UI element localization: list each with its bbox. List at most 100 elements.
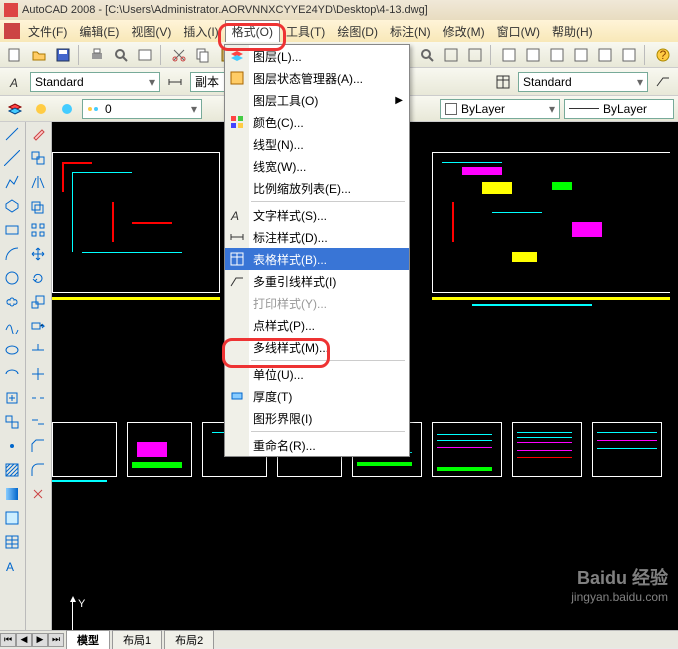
menu-dimension[interactable]: 标注(N) xyxy=(384,21,437,42)
spline-tool[interactable] xyxy=(0,314,24,338)
circle-tool[interactable] xyxy=(0,266,24,290)
tab-model[interactable]: 模型 xyxy=(66,630,110,649)
pline-tool[interactable] xyxy=(0,170,24,194)
extend-tool[interactable] xyxy=(26,362,50,386)
menu-edit[interactable]: 编辑(E) xyxy=(73,21,125,42)
copy-tool[interactable] xyxy=(26,146,50,170)
erase-tool[interactable] xyxy=(26,122,50,146)
tab-prev-button[interactable]: ◀ xyxy=(16,633,32,647)
trim-tool[interactable] xyxy=(26,338,50,362)
table-style-combo[interactable]: Standard ▾ xyxy=(518,72,648,92)
print-button[interactable] xyxy=(86,44,108,66)
help-button[interactable]: ? xyxy=(652,44,674,66)
menu-modify[interactable]: 修改(M) xyxy=(437,21,491,42)
save-button[interactable] xyxy=(52,44,74,66)
open-button[interactable] xyxy=(28,44,50,66)
preview-button[interactable] xyxy=(110,44,132,66)
explode-tool[interactable] xyxy=(26,482,50,506)
offset-tool[interactable] xyxy=(26,194,50,218)
tab-layout1[interactable]: 布局1 xyxy=(112,630,162,649)
sheetset-button[interactable] xyxy=(570,44,592,66)
mirror-tool[interactable] xyxy=(26,170,50,194)
xline-tool[interactable] xyxy=(0,146,24,170)
rectangle-tool[interactable] xyxy=(0,218,24,242)
menu-item-multileader-style[interactable]: 多重引线样式(I) xyxy=(225,270,409,292)
zoom-button[interactable] xyxy=(416,44,438,66)
menu-item-color[interactable]: 颜色(C)... xyxy=(225,111,409,133)
copy-button[interactable] xyxy=(192,44,214,66)
tab-layout2[interactable]: 布局2 xyxy=(164,630,214,649)
mtext-tool[interactable]: A xyxy=(0,554,24,578)
menu-insert[interactable]: 插入(I) xyxy=(177,21,224,42)
text-style-button[interactable]: A xyxy=(4,71,26,93)
calc-button[interactable] xyxy=(618,44,640,66)
cut-button[interactable] xyxy=(168,44,190,66)
text-style-combo[interactable]: Standard ▾ xyxy=(30,72,160,92)
linetype-combo[interactable]: ByLayer xyxy=(564,99,674,119)
publish-button[interactable] xyxy=(134,44,156,66)
table-tool[interactable] xyxy=(0,530,24,554)
point-tool[interactable] xyxy=(0,434,24,458)
menu-view[interactable]: 视图(V) xyxy=(125,21,177,42)
menu-item-mline-style[interactable]: 多线样式(M)... xyxy=(225,336,409,358)
polygon-tool[interactable] xyxy=(0,194,24,218)
menu-item-units[interactable]: 单位(U)... xyxy=(225,363,409,385)
markup-button[interactable] xyxy=(594,44,616,66)
move-tool[interactable] xyxy=(26,242,50,266)
menu-window[interactable]: 窗口(W) xyxy=(491,21,546,42)
fillet-tool[interactable] xyxy=(26,458,50,482)
menu-item-layer-tools[interactable]: 图层工具(O) ▶ xyxy=(225,89,409,111)
menu-draw[interactable]: 绘图(D) xyxy=(331,21,384,42)
menu-item-layer-state[interactable]: 图层状态管理器(A)... xyxy=(225,67,409,89)
ellipse-arc-tool[interactable] xyxy=(0,362,24,386)
revcloud-tool[interactable] xyxy=(0,290,24,314)
menu-item-table-style[interactable]: 表格样式(B)... xyxy=(225,248,409,270)
menu-format[interactable]: 格式(O) xyxy=(225,20,280,42)
menu-item-thickness[interactable]: 厚度(T) xyxy=(225,385,409,407)
menu-help[interactable]: 帮助(H) xyxy=(546,21,599,42)
menu-file[interactable]: 文件(F) xyxy=(22,21,73,42)
toolpalettes-button[interactable] xyxy=(546,44,568,66)
region-tool[interactable] xyxy=(0,506,24,530)
menu-item-limits[interactable]: 图形界限(I) xyxy=(225,407,409,429)
gradient-tool[interactable] xyxy=(0,482,24,506)
dim-style-button[interactable] xyxy=(164,71,186,93)
designcenter-button[interactable] xyxy=(522,44,544,66)
menu-item-point-style[interactable]: 点样式(P)... xyxy=(225,314,409,336)
ellipse-tool[interactable] xyxy=(0,338,24,362)
tab-next-button[interactable]: ▶ xyxy=(32,633,48,647)
hatch-tool[interactable] xyxy=(0,458,24,482)
menu-item-lineweight[interactable]: 线宽(W)... xyxy=(225,155,409,177)
menu-tools[interactable]: 工具(T) xyxy=(280,21,331,42)
menu-item-text-style[interactable]: A 文字样式(S)... xyxy=(225,204,409,226)
menu-item-scalelist[interactable]: 比例缩放列表(E)... xyxy=(225,177,409,199)
properties-button[interactable] xyxy=(498,44,520,66)
table-style-button[interactable] xyxy=(492,71,514,93)
join-tool[interactable] xyxy=(26,410,50,434)
menu-item-rename[interactable]: 重命名(R)... xyxy=(225,434,409,456)
insert-tool[interactable] xyxy=(0,386,24,410)
multileader-button[interactable] xyxy=(652,71,674,93)
color-combo[interactable]: ByLayer ▾ xyxy=(440,99,560,119)
chamfer-tool[interactable] xyxy=(26,434,50,458)
stretch-tool[interactable] xyxy=(26,314,50,338)
menu-item-linetype[interactable]: 线型(N)... xyxy=(225,133,409,155)
break-tool[interactable] xyxy=(26,386,50,410)
zoom-prev-button[interactable] xyxy=(464,44,486,66)
arc-tool[interactable] xyxy=(0,242,24,266)
tab-last-button[interactable]: ⏭ xyxy=(48,633,64,647)
new-button[interactable] xyxy=(4,44,26,66)
line-tool[interactable] xyxy=(0,122,24,146)
menu-item-layer[interactable]: 图层(L)... xyxy=(225,45,409,67)
scale-tool[interactable] xyxy=(26,290,50,314)
zoom-window-button[interactable] xyxy=(440,44,462,66)
layer-combo[interactable]: 0 ▾ xyxy=(82,99,202,119)
layer-properties-button[interactable] xyxy=(4,98,26,120)
layer-on-button[interactable] xyxy=(30,98,52,120)
rotate-tool[interactable] xyxy=(26,266,50,290)
layer-freeze-button[interactable] xyxy=(56,98,78,120)
menu-item-dim-style[interactable]: 标注样式(D)... xyxy=(225,226,409,248)
tab-first-button[interactable]: ⏮ xyxy=(0,633,16,647)
array-tool[interactable] xyxy=(26,218,50,242)
block-tool[interactable] xyxy=(0,410,24,434)
